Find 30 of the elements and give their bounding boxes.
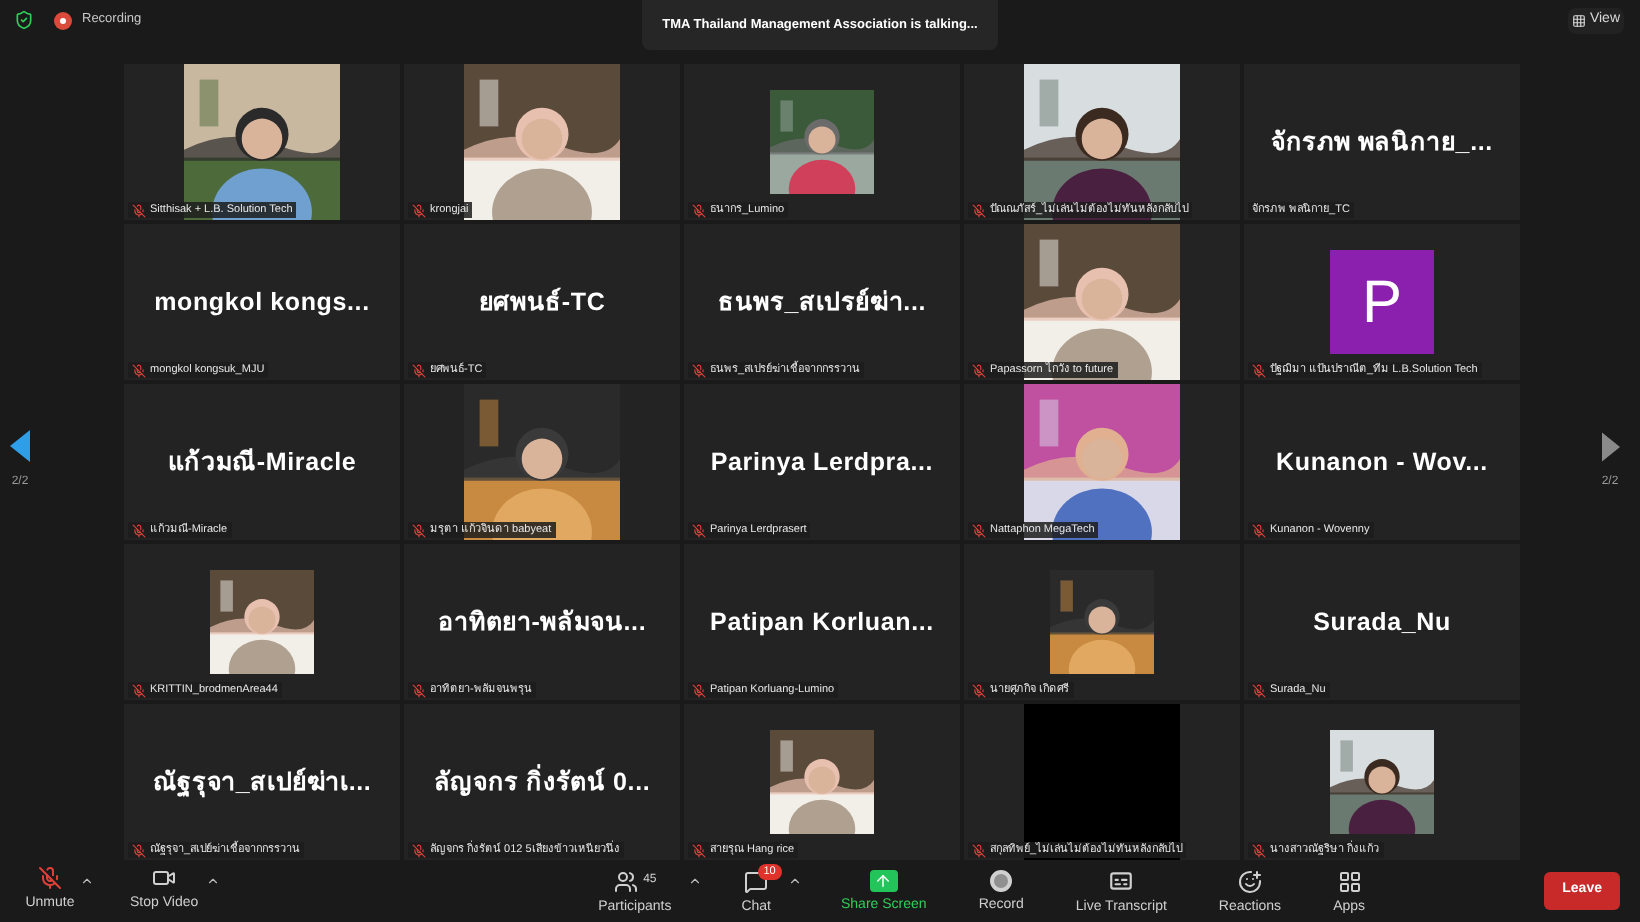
participant-name: Kunanon - Wov... <box>1276 445 1488 480</box>
grid-icon <box>1571 13 1586 28</box>
muted-mic-icon <box>38 866 62 891</box>
video-camera-icon <box>152 866 177 891</box>
participant-name: จักรภพ พลนิกาย_... <box>1271 125 1493 160</box>
previous-page-icon[interactable] <box>10 430 30 462</box>
participant-name: mongkol kongs... <box>154 285 370 320</box>
caret-icon[interactable] <box>206 874 221 888</box>
recording-icon[interactable] <box>54 11 72 29</box>
participant-name: Surada_Nu <box>1313 605 1451 640</box>
caret-icon[interactable] <box>80 874 94 888</box>
next-page-icon[interactable] <box>1601 431 1619 461</box>
apps-icon <box>1337 869 1362 894</box>
shield-icon[interactable] <box>14 10 34 30</box>
participant-name: ธนพร_สเปรย์ฆ่า... <box>717 285 927 320</box>
avatar: P <box>1330 250 1434 354</box>
record-icon <box>990 870 1013 893</box>
captions-icon <box>1108 868 1135 895</box>
participant-name: Parinya Lerdpra... <box>710 445 934 480</box>
caret-icon[interactable] <box>687 874 702 888</box>
participant-name: ยศพนธ์-TC <box>478 285 606 320</box>
participant-name: ณัฐรุจา_สเปย์ฆ่าเ... <box>152 765 372 801</box>
caret-icon[interactable] <box>787 874 801 888</box>
participant-name: Patipan Korluan... <box>710 605 934 640</box>
participant-name: อาทิตยา-พลัมจน... <box>437 605 647 640</box>
participant-name: ลัญจกร กิ่งรัตน์ 0... <box>433 763 651 800</box>
smiley-icon <box>1237 869 1262 894</box>
share-screen-icon <box>869 870 898 893</box>
participants-icon <box>613 869 638 894</box>
participant-name: แก้วมณี-Miracle <box>167 445 357 480</box>
